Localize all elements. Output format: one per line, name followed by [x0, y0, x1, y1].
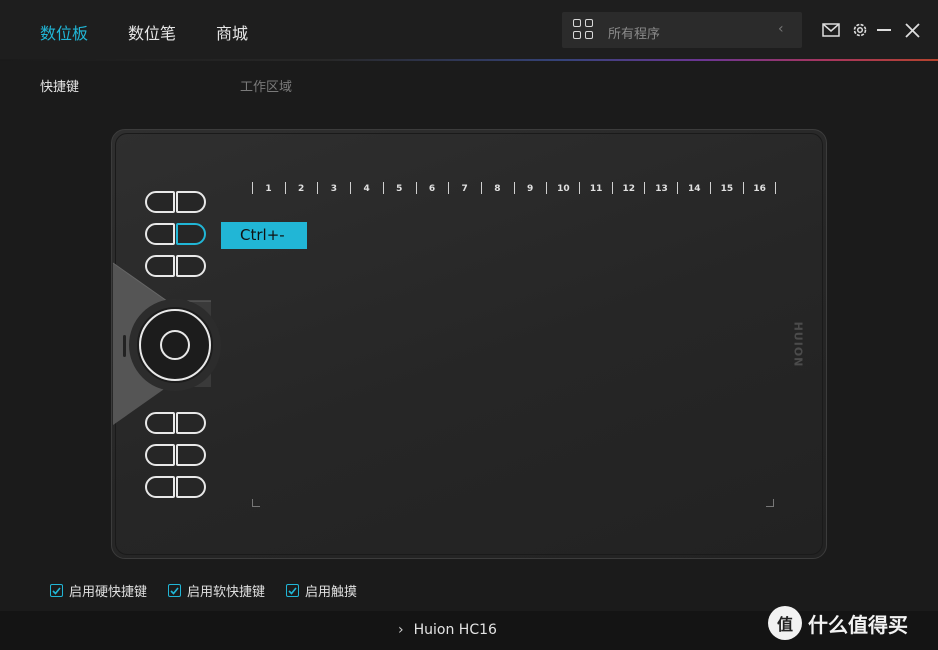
tab-store[interactable]: 商城 — [216, 20, 248, 44]
shortcut-callout[interactable]: Ctrl+- — [221, 222, 307, 249]
ruler-tick — [382, 182, 384, 194]
tablet-brand-logo: HUION — [791, 321, 805, 368]
ruler-number: 3 — [330, 184, 338, 194]
device-selector[interactable]: › Huion HC16 — [398, 622, 497, 638]
ruler-number: 9 — [526, 184, 534, 194]
app-selector[interactable]: 所有程序 ‹ — [562, 12, 802, 48]
work-area-corner-br — [766, 499, 774, 507]
ruler-number: 2 — [298, 184, 305, 194]
ruler-tick — [709, 182, 711, 194]
express-key-10[interactable] — [176, 444, 206, 466]
ruler-tick — [252, 182, 253, 194]
watermark-logo: 值 — [768, 606, 802, 640]
express-key-11[interactable] — [145, 476, 175, 498]
ruler-number: 4 — [363, 184, 370, 194]
work-area-corner-bl — [252, 499, 260, 507]
ruler-number: 13 — [655, 184, 668, 194]
ruler-number: 11 — [589, 184, 603, 194]
mail-icon[interactable] — [821, 19, 841, 41]
express-key-4[interactable] — [176, 223, 206, 245]
device-name: Huion HC16 — [413, 622, 497, 638]
ruler-tick — [448, 182, 450, 194]
soft-keys-label: 启用软快捷键 — [187, 585, 266, 600]
ruler-tick — [742, 182, 744, 194]
express-key-1[interactable] — [145, 191, 175, 213]
ruler-tick — [284, 182, 286, 194]
express-key-12[interactable] — [176, 476, 206, 498]
ruler-number: 1 — [265, 184, 272, 194]
ruler-tick — [611, 182, 613, 194]
ruler-tick — [644, 182, 646, 194]
checkbox-checked-icon[interactable] — [286, 584, 299, 597]
ruler-tick — [513, 182, 515, 194]
express-key-8[interactable] — [176, 412, 206, 434]
ruler-tick — [350, 182, 352, 194]
ruler-tick — [415, 182, 417, 194]
gear-icon[interactable] — [850, 19, 870, 41]
ruler-number: 6 — [428, 184, 436, 194]
close-icon[interactable] — [904, 19, 920, 41]
ruler-number: 16 — [753, 184, 766, 194]
dial-center-button[interactable] — [160, 330, 190, 360]
ruler-number: 5 — [396, 184, 403, 194]
express-key-2[interactable] — [176, 191, 206, 213]
tab-pen[interactable]: 数位笔 — [128, 20, 176, 44]
express-key-7[interactable] — [145, 412, 175, 434]
scroll-dial[interactable] — [129, 299, 221, 391]
express-key-3[interactable] — [145, 223, 175, 245]
checkbox-checked-icon[interactable] — [168, 584, 181, 597]
chevron-left-icon[interactable]: ‹ — [778, 21, 784, 37]
hard-keys-label: 启用硬快捷键 — [69, 585, 148, 600]
ruler-tick — [677, 182, 679, 194]
soft-keys-toggle[interactable]: 启用软快捷键 — [168, 581, 265, 600]
hard-keys-toggle[interactable]: 启用硬快捷键 — [50, 581, 147, 600]
ruler-tick — [480, 182, 482, 194]
touch-label: 启用触摸 — [305, 585, 358, 600]
watermark-text: 什么值得买 — [808, 612, 908, 637]
watermark: 值 什么值得买 — [768, 606, 908, 640]
ruler-number: 7 — [461, 184, 468, 194]
gradient-divider — [0, 59, 938, 61]
ruler-number: 10 — [557, 184, 570, 194]
express-key-5[interactable] — [145, 255, 175, 277]
app-selector-placeholder: 所有程序 — [608, 27, 661, 42]
grid-icon — [573, 19, 595, 41]
chevron-right-icon: › — [398, 622, 404, 638]
ruler-tick — [775, 182, 777, 194]
ruler-number: 14 — [687, 184, 701, 194]
touch-toggle[interactable]: 启用触摸 — [286, 581, 357, 600]
checkbox-checked-icon[interactable] — [50, 584, 63, 597]
ruler-tick — [579, 182, 580, 194]
ruler-number: 12 — [622, 184, 636, 194]
ruler-tick — [317, 182, 319, 194]
express-key-9[interactable] — [145, 444, 175, 466]
tab-tablet[interactable]: 数位板 — [40, 20, 88, 44]
express-key-6[interactable] — [176, 255, 206, 277]
ruler-number: 15 — [720, 184, 734, 194]
subtab-work-area[interactable]: 工作区域 — [240, 76, 292, 95]
ruler-number: 8 — [494, 184, 501, 194]
minimize-icon[interactable] — [876, 19, 892, 41]
ruler-tick — [546, 182, 548, 194]
subtab-shortcuts[interactable]: 快捷键 — [40, 76, 79, 95]
